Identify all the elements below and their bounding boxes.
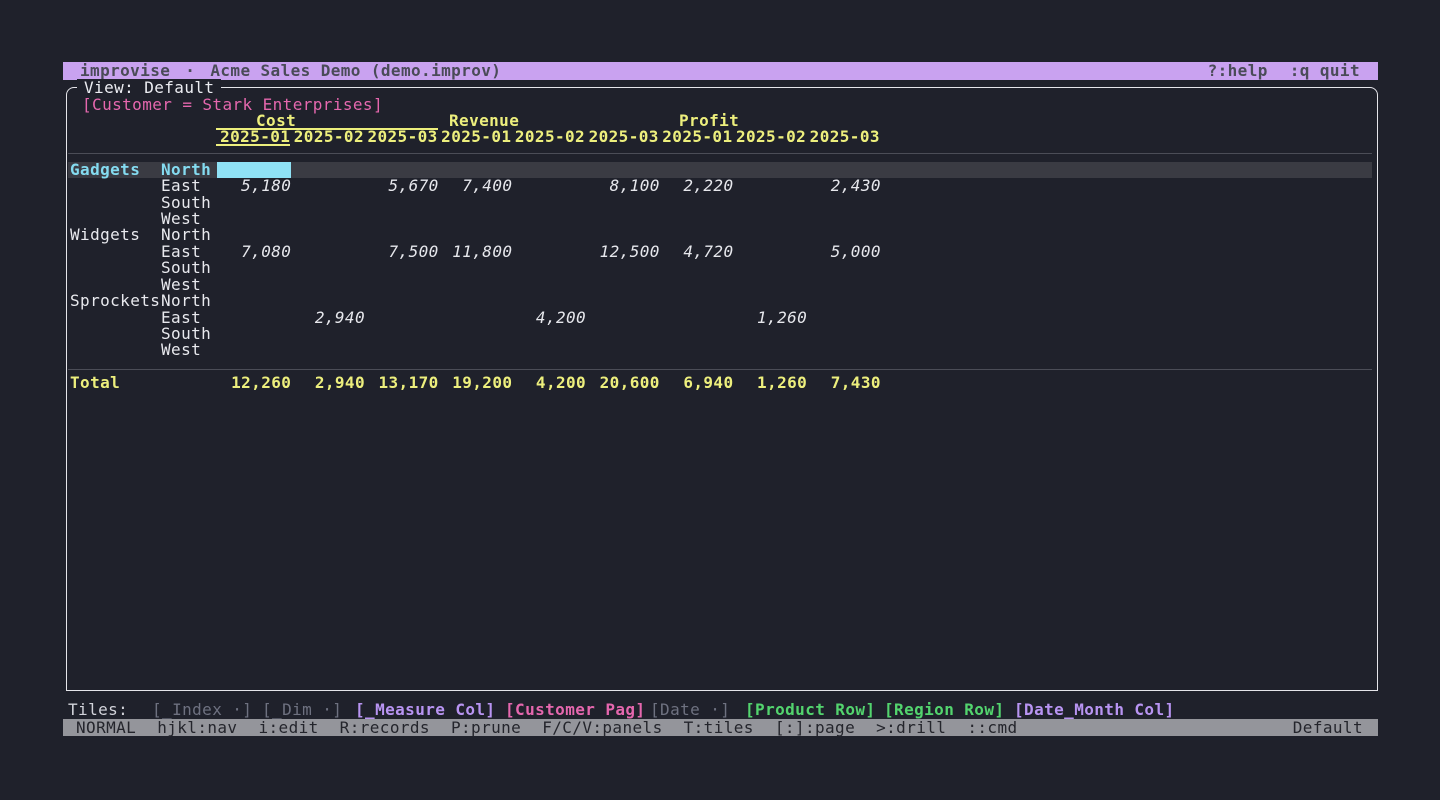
mode-indicator: NORMAL xyxy=(76,719,136,736)
region-label: West xyxy=(161,342,201,358)
value-cell[interactable]: 5,670 xyxy=(365,178,439,194)
total-value-cell: 7,430 xyxy=(807,375,881,391)
total-value-cell: 2,940 xyxy=(291,375,365,391)
value-cell[interactable]: 2,940 xyxy=(291,310,365,326)
month-column-header[interactable]: 2025-02 xyxy=(732,129,806,146)
keybinding-hint: >:drill xyxy=(876,719,946,736)
value-cell[interactable]: 4,200 xyxy=(512,310,586,326)
table-row[interactable]: East2,9404,2001,260 xyxy=(68,310,1372,326)
value-cell[interactable]: 8,100 xyxy=(586,178,660,194)
total-value-cell: 6,940 xyxy=(660,375,734,391)
status-bar: NORMAL hjkl:nav i:edit R:records P:prune F/C… xyxy=(63,719,1378,736)
document-title: Acme Sales Demo (demo.improv) xyxy=(210,62,501,80)
keybinding-hint: [:]:page xyxy=(775,719,855,736)
total-label: Total xyxy=(70,375,120,391)
month-column-header[interactable]: 2025-03 xyxy=(806,129,880,146)
product-label: Sprockets xyxy=(70,293,160,309)
value-cell[interactable]: 12,500 xyxy=(586,244,660,260)
total-value-cell: 19,200 xyxy=(438,375,512,391)
value-cell[interactable]: 7,400 xyxy=(438,178,512,194)
tiles-label: Tiles: xyxy=(68,701,128,718)
keybinding-hint: F/C/V:panels xyxy=(542,719,662,736)
table-row[interactable]: South xyxy=(68,260,1372,276)
tile-customerpag[interactable]: [Customer Pag] xyxy=(505,701,645,718)
value-cell[interactable]: 5,180 xyxy=(217,178,291,194)
total-value-cell: 4,200 xyxy=(512,375,586,391)
total-value-cell: 20,600 xyxy=(586,375,660,391)
table-row[interactable]: East7,0807,50011,80012,5004,7205,000 xyxy=(68,244,1372,260)
month-column-header[interactable]: 2025-02 xyxy=(511,129,585,146)
quit-command[interactable]: :q quit xyxy=(1290,62,1360,80)
app-screen: improvise · Acme Sales Demo (demo.improv… xyxy=(0,0,1440,800)
tile-datemonthcol[interactable]: [Date_Month Col] xyxy=(1014,701,1175,718)
table-row[interactable]: West xyxy=(68,342,1372,358)
help-command[interactable]: ?:help xyxy=(1208,62,1268,80)
keybinding-hint: T:tiles xyxy=(684,719,754,736)
view-title: View: Default xyxy=(77,79,221,96)
table-row[interactable]: South xyxy=(68,195,1372,211)
view-frame: View: Default [Customer = Stark Enterpri… xyxy=(66,87,1378,691)
active-view-name: Default xyxy=(1293,719,1378,736)
total-row: Total 12,2602,94013,17019,2004,20020,600… xyxy=(68,375,1372,391)
titlebar-right: ?:help :q quit xyxy=(1208,62,1378,80)
keybinding-hint: R:records xyxy=(340,719,430,736)
month-column-header[interactable]: 2025-03 xyxy=(585,129,659,146)
table-row[interactable]: West xyxy=(68,211,1372,227)
month-column-header[interactable]: 2025-01 xyxy=(437,129,511,146)
header-separator xyxy=(68,153,1372,154)
titlebar: improvise · Acme Sales Demo (demo.improv… xyxy=(63,62,1378,80)
month-column-header[interactable]: 2025-02 xyxy=(290,129,364,146)
table-row[interactable]: East5,1805,6707,4008,1002,2202,430 xyxy=(68,178,1372,194)
month-column-header[interactable]: 2025-03 xyxy=(364,129,438,146)
value-cell[interactable]: 4,720 xyxy=(660,244,734,260)
total-value-cell: 12,260 xyxy=(217,375,291,391)
total-value-cell: 1,260 xyxy=(733,375,807,391)
product-label: Widgets xyxy=(70,227,140,243)
tiles-bar: Tiles: [_Index ·] [_Dim ·] [_Measure Col] [… xyxy=(0,701,1440,718)
value-cell[interactable]: 5,000 xyxy=(807,244,881,260)
month-column-header[interactable]: 2025-01 xyxy=(216,129,290,146)
total-separator xyxy=(68,369,1372,370)
keybinding-hint: hjkl:nav xyxy=(157,719,237,736)
tile-regionrow[interactable]: [Region Row] xyxy=(884,701,1004,718)
month-column-header[interactable]: 2025-01 xyxy=(659,129,733,146)
table-row[interactable]: SprocketsNorth xyxy=(68,293,1372,309)
tile-index[interactable]: [_Index ·] xyxy=(152,701,252,718)
tile-productrow[interactable]: [Product Row] xyxy=(745,701,875,718)
tile-dim[interactable]: [_Dim ·] xyxy=(262,701,342,718)
value-cell[interactable]: 1,260 xyxy=(733,310,807,326)
value-cell[interactable]: 7,080 xyxy=(217,244,291,260)
value-cell[interactable]: 11,800 xyxy=(438,244,512,260)
value-cell[interactable]: 2,220 xyxy=(660,178,734,194)
customer-filter-chip[interactable]: [Customer = Stark Enterprises] xyxy=(82,96,383,113)
table-row[interactable]: West xyxy=(68,277,1372,293)
keybinding-hint: i:edit xyxy=(258,719,318,736)
tile-date[interactable]: [Date ·] xyxy=(650,701,730,718)
table-row[interactable]: South xyxy=(68,326,1372,342)
keybinding-hint: P:prune xyxy=(451,719,521,736)
keybinding-hint: ::cmd xyxy=(967,719,1017,736)
value-cell[interactable]: 7,500 xyxy=(365,244,439,260)
total-value-cell: 13,170 xyxy=(365,375,439,391)
value-cell[interactable]: 2,430 xyxy=(807,178,881,194)
product-label: Gadgets xyxy=(70,162,140,178)
tile-measurecol[interactable]: [_Measure Col] xyxy=(355,701,495,718)
